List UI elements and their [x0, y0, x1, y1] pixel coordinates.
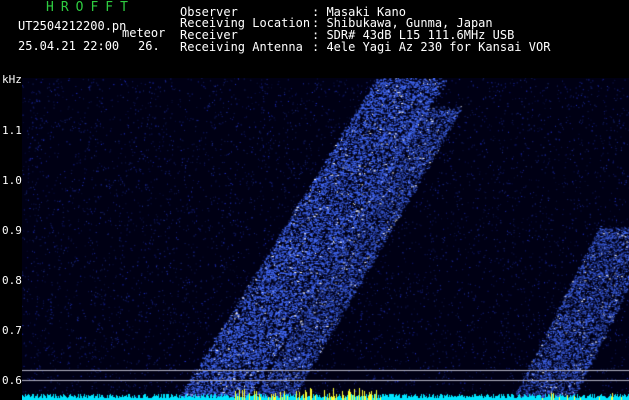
- info-value-antenna: : 4ele Yagi Az 230 for Kansai VOR: [312, 40, 551, 54]
- file-name: UT2504212200.pn: [18, 19, 127, 33]
- y-tick-label: 0.7: [2, 324, 22, 337]
- meteor-label: meteor: [122, 26, 166, 40]
- datetime: 25.04.21 22:00: [18, 39, 120, 53]
- y-tick-label: 1.0: [2, 174, 22, 187]
- y-tick-label: 0.8: [2, 274, 22, 287]
- spectrogram-panel: [22, 78, 629, 400]
- y-tick-label: 1.1: [2, 124, 22, 137]
- info-label-antenna: Receiving Antenna: [180, 40, 303, 54]
- count-value: 26.: [138, 39, 160, 53]
- y-tick-label: 0.9: [2, 224, 22, 237]
- spectrogram-canvas: [22, 78, 629, 400]
- y-tick-label: 0.6: [2, 374, 22, 387]
- y-unit-label: kHz: [2, 73, 22, 86]
- app-title: HROFFT: [46, 0, 135, 15]
